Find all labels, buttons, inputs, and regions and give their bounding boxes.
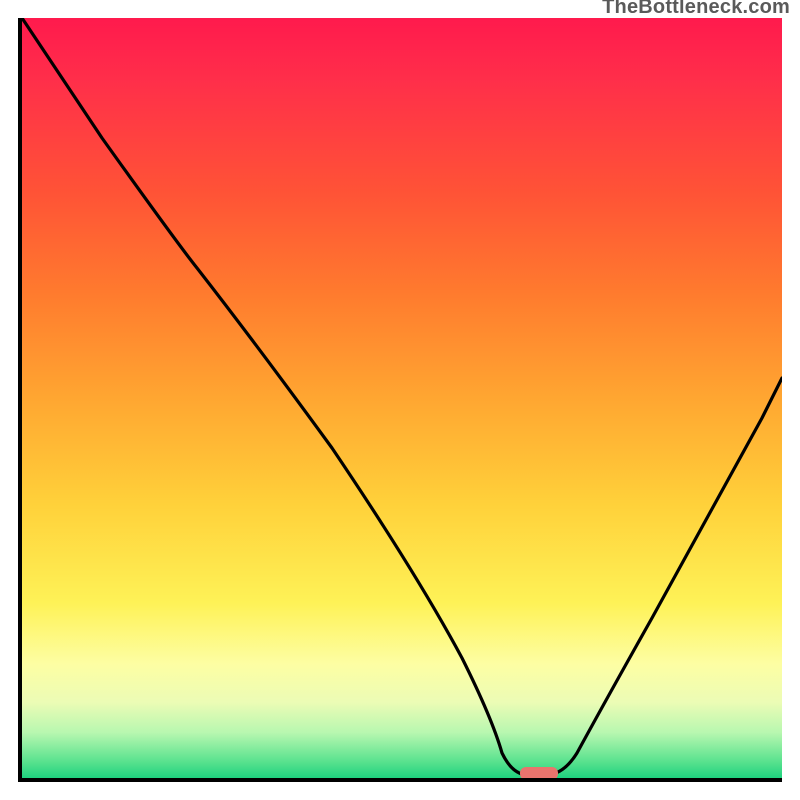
chart-stage: TheBottleneck.com (0, 0, 800, 800)
curve-layer (22, 18, 782, 778)
bottleneck-curve (22, 18, 782, 775)
optimal-marker (520, 767, 558, 778)
plot-area (18, 18, 782, 782)
watermark-text: TheBottleneck.com (602, 0, 790, 19)
